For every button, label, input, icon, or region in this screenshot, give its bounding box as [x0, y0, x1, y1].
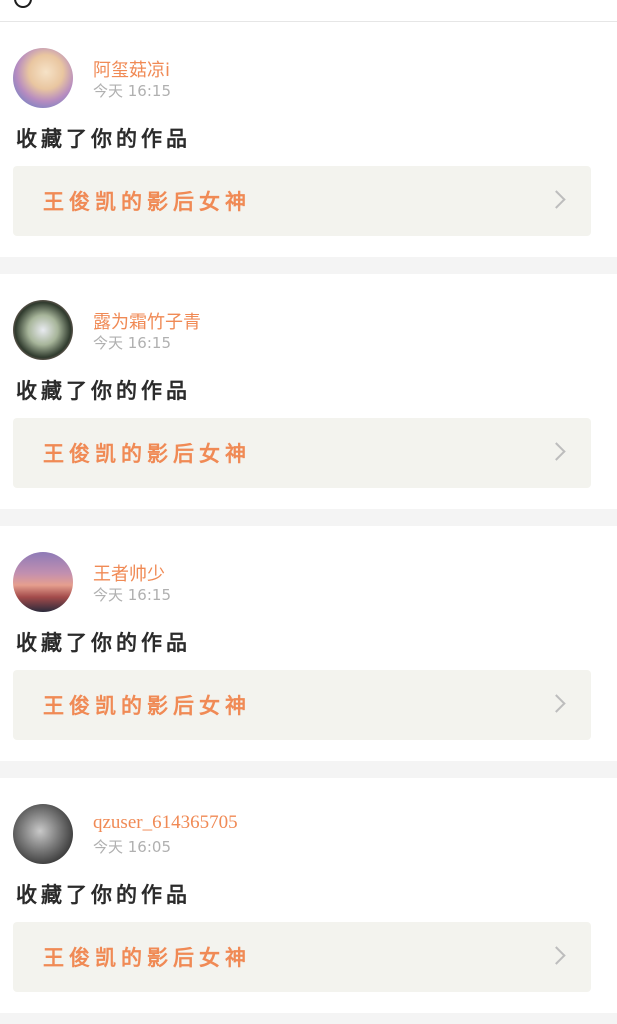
- chevron-right-icon: [547, 190, 566, 209]
- timestamp: 今天 16:15: [93, 82, 171, 100]
- work-link[interactable]: 王俊凯的影后女神: [13, 418, 591, 488]
- avatar[interactable]: [13, 48, 73, 108]
- action-text: 收藏了你的作品: [16, 379, 191, 403]
- username[interactable]: qzuser_614365705: [93, 812, 238, 834]
- chevron-right-icon: [547, 694, 566, 713]
- back-icon[interactable]: [14, 0, 32, 8]
- timestamp: 今天 16:15: [93, 334, 171, 352]
- avatar[interactable]: [13, 804, 73, 864]
- chevron-right-icon: [547, 946, 566, 965]
- work-title: 王俊凯的影后女神: [43, 694, 251, 718]
- username[interactable]: 露为霜竹子青: [93, 308, 201, 334]
- notification-card: 阿玺菇凉i 今天 16:15 收藏了你的作品 王俊凯的影后女神: [0, 22, 617, 257]
- work-title: 王俊凯的影后女神: [43, 190, 251, 214]
- notification-card: 露为霜竹子青 今天 16:15 收藏了你的作品 王俊凯的影后女神: [0, 274, 617, 509]
- work-title: 王俊凯的影后女神: [43, 442, 251, 466]
- chevron-right-icon: [547, 442, 566, 461]
- username[interactable]: 阿玺菇凉i: [93, 56, 170, 82]
- notification-card: 王者帅少 今天 16:15 收藏了你的作品 王俊凯的影后女神: [0, 526, 617, 761]
- work-link[interactable]: 王俊凯的影后女神: [13, 922, 591, 992]
- avatar[interactable]: [13, 300, 73, 360]
- timestamp: 今天 16:05: [93, 838, 171, 856]
- work-link[interactable]: 王俊凯的影后女神: [13, 670, 591, 740]
- avatar[interactable]: [13, 552, 73, 612]
- action-text: 收藏了你的作品: [16, 883, 191, 907]
- timestamp: 今天 16:15: [93, 586, 171, 604]
- notification-card: qzuser_614365705 今天 16:05 收藏了你的作品 王俊凯的影后…: [0, 778, 617, 1013]
- work-title: 王俊凯的影后女神: [43, 946, 251, 970]
- notification-screen: 阿玺菇凉i 今天 16:15 收藏了你的作品 王俊凯的影后女神 露为霜竹子青 今…: [0, 0, 617, 1024]
- work-link[interactable]: 王俊凯的影后女神: [13, 166, 591, 236]
- action-text: 收藏了你的作品: [16, 631, 191, 655]
- top-bar: [0, 0, 617, 22]
- username[interactable]: 王者帅少: [93, 560, 165, 586]
- action-text: 收藏了你的作品: [16, 127, 191, 151]
